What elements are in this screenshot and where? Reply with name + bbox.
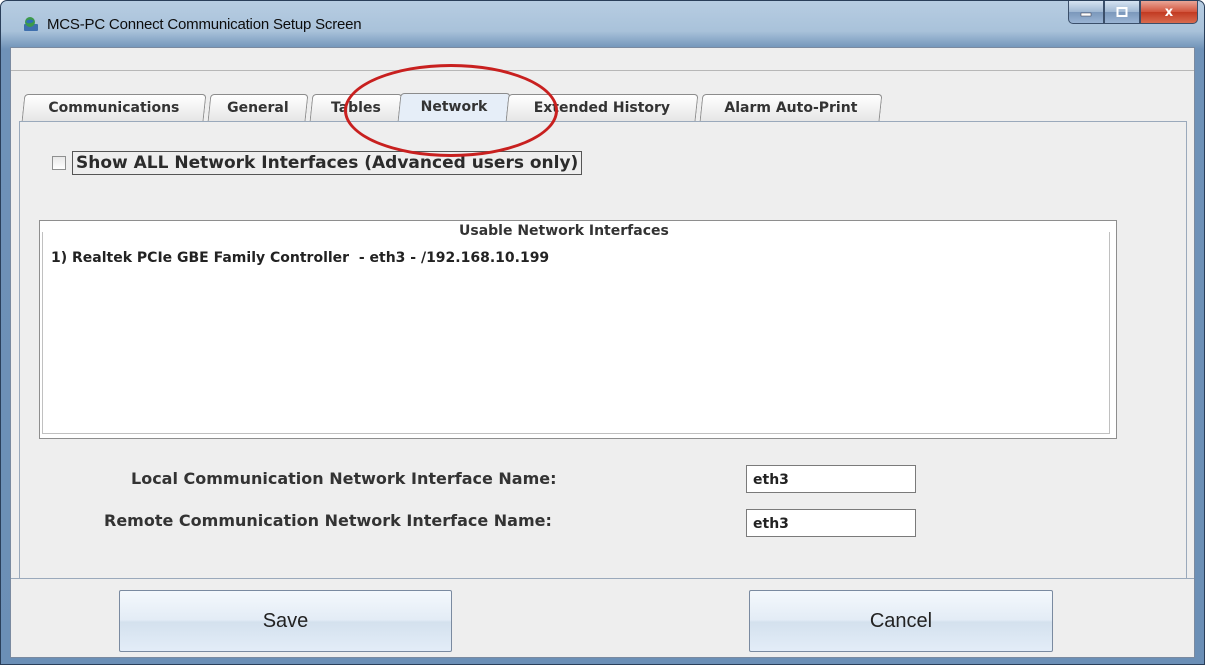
usable-interfaces-title: Usable Network Interfaces [456,223,672,239]
app-window: MCS-PC Connect Communication Setup Scree… [0,0,1205,665]
show-all-interfaces-label[interactable]: Show ALL Network Interfaces (Advanced us… [72,151,583,175]
maximize-icon [1116,7,1128,17]
annotation-circle [344,64,558,157]
minimize-icon [1080,12,1092,17]
cancel-button-label: Cancel [869,609,933,632]
menu-bar-area [11,48,1194,71]
globe-monitor-icon [24,17,38,31]
save-button[interactable]: Save [119,590,452,652]
minimize-button[interactable] [1068,1,1104,24]
divider [11,578,1194,579]
close-icon: x [1164,4,1174,20]
save-button-label: Save [262,609,309,632]
close-button[interactable]: x [1140,1,1198,24]
local-interface-input[interactable]: eth3 [746,465,916,493]
tab-communications[interactable]: Communications [21,94,207,121]
tab-label: General [227,100,289,116]
tab-label: Alarm Auto-Print [724,100,858,116]
remote-interface-input[interactable]: eth3 [746,509,916,537]
tab-general[interactable]: General [207,94,309,121]
local-interface-label: Local Communication Network Interface Na… [131,469,557,488]
list-item[interactable]: 1) Realtek PCIe GBE Family Controller - … [51,250,549,266]
maximize-button[interactable] [1104,1,1140,24]
show-all-interfaces-checkbox[interactable]: Show ALL Network Interfaces (Advanced us… [52,150,583,176]
window-title: MCS-PC Connect Communication Setup Scree… [47,16,362,33]
title-bar[interactable]: MCS-PC Connect Communication Setup Scree… [1,1,1204,47]
tab-alarm-auto-print[interactable]: Alarm Auto-Print [699,94,883,121]
caption-buttons: x [1068,1,1198,24]
cancel-button[interactable]: Cancel [749,590,1053,652]
tab-label: Communications [48,100,180,116]
checkbox-box[interactable] [52,156,66,170]
remote-interface-label: Remote Communication Network Interface N… [104,511,552,530]
